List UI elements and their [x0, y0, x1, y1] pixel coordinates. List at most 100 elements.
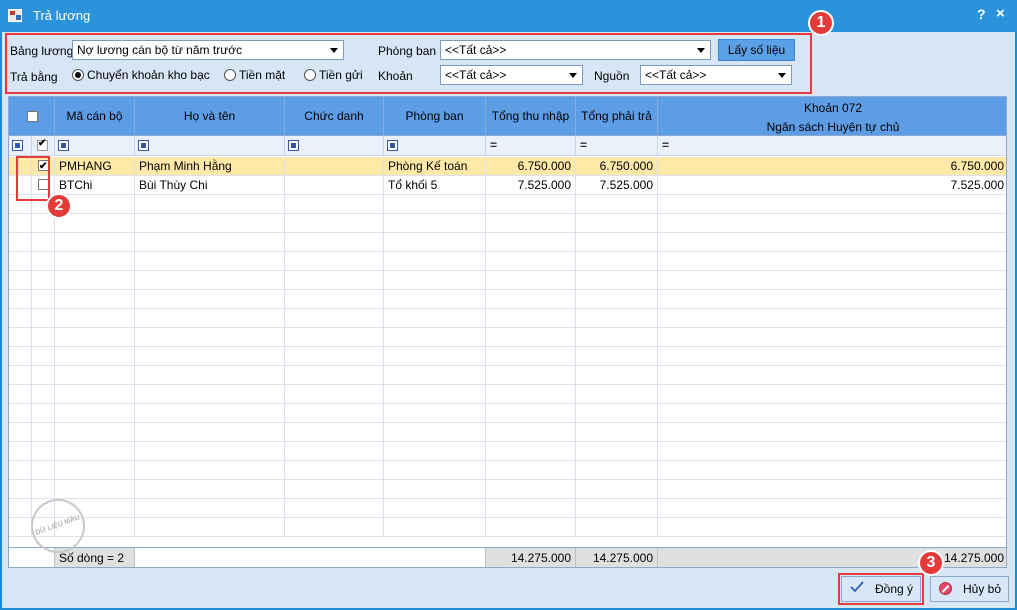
row-indicator[interactable] — [9, 271, 32, 290]
cell-ma-can-bo[interactable] — [55, 442, 135, 461]
row-indicator[interactable] — [9, 461, 32, 480]
cell-khoan[interactable] — [658, 480, 1006, 499]
table-row[interactable] — [9, 290, 1006, 309]
cell-ma-can-bo[interactable] — [55, 328, 135, 347]
table-row[interactable] — [9, 347, 1006, 366]
cell-tong-phai-tra[interactable] — [576, 518, 658, 537]
cell-ma-can-bo[interactable] — [55, 233, 135, 252]
row-indicator[interactable] — [9, 233, 32, 252]
cell-tong-phai-tra[interactable] — [576, 499, 658, 518]
cell-ho-va-ten[interactable] — [135, 499, 285, 518]
row-indicator[interactable] — [9, 328, 32, 347]
cell-phong-ban[interactable] — [384, 309, 486, 328]
cell-chuc-danh[interactable] — [285, 385, 384, 404]
cell-tong-phai-tra[interactable] — [576, 252, 658, 271]
table-row[interactable] — [9, 252, 1006, 271]
cell-tong-phai-tra[interactable] — [576, 233, 658, 252]
cell-chuc-danh[interactable] — [285, 461, 384, 480]
cell-ho-va-ten[interactable] — [135, 480, 285, 499]
row-checkbox-cell[interactable] — [32, 271, 55, 290]
cell-chuc-danh[interactable] — [285, 176, 384, 195]
cell-phong-ban[interactable] — [384, 480, 486, 499]
cell-phong-ban[interactable] — [384, 271, 486, 290]
cell-phong-ban[interactable] — [384, 499, 486, 518]
cell-tong-phai-tra[interactable] — [576, 328, 658, 347]
filter-cell[interactable] — [384, 136, 486, 156]
row-checkbox-cell[interactable] — [32, 442, 55, 461]
cell-khoan[interactable] — [658, 385, 1006, 404]
cell-ma-can-bo[interactable] — [55, 252, 135, 271]
cell-phong-ban[interactable] — [384, 233, 486, 252]
cell-chuc-danh[interactable] — [285, 518, 384, 537]
cell-phong-ban[interactable] — [384, 195, 486, 214]
select-all-checkbox[interactable] — [27, 111, 38, 122]
row-checkbox-cell[interactable] — [32, 252, 55, 271]
header-tong-phai-tra[interactable]: Tổng phải trả — [576, 97, 658, 136]
huy-bo-button[interactable]: Hủy bỏ — [930, 576, 1009, 602]
cell-tong-phai-tra[interactable]: 6.750.000 — [576, 157, 658, 176]
cell-ho-va-ten[interactable] — [135, 423, 285, 442]
cell-ho-va-ten[interactable] — [135, 366, 285, 385]
cell-ho-va-ten[interactable] — [135, 309, 285, 328]
cell-tong-thu-nhap[interactable] — [486, 499, 576, 518]
cell-chuc-danh[interactable] — [285, 442, 384, 461]
cell-khoan[interactable] — [658, 271, 1006, 290]
header-ho-va-ten[interactable]: Họ và tên — [135, 97, 285, 136]
cell-khoan[interactable] — [658, 347, 1006, 366]
cell-tong-phai-tra[interactable] — [576, 423, 658, 442]
table-row[interactable] — [9, 271, 1006, 290]
cell-chuc-danh[interactable] — [285, 480, 384, 499]
cell-khoan[interactable] — [658, 518, 1006, 537]
cell-ma-can-bo[interactable] — [55, 480, 135, 499]
cell-tong-phai-tra[interactable] — [576, 480, 658, 499]
cell-tong-phai-tra[interactable] — [576, 290, 658, 309]
cell-phong-ban[interactable] — [384, 404, 486, 423]
cell-phong-ban[interactable]: Tổ khối 5 — [384, 176, 486, 195]
cell-chuc-danh[interactable] — [285, 366, 384, 385]
cell-ma-can-bo[interactable] — [55, 271, 135, 290]
cell-chuc-danh[interactable] — [285, 404, 384, 423]
cell-tong-thu-nhap[interactable]: 6.750.000 — [486, 157, 576, 176]
row-indicator[interactable] — [9, 518, 32, 537]
filter-cell[interactable] — [9, 136, 32, 156]
row-indicator[interactable] — [9, 366, 32, 385]
filter-cell[interactable]: = — [576, 136, 658, 156]
cell-ho-va-ten[interactable] — [135, 385, 285, 404]
cell-phong-ban[interactable] — [384, 252, 486, 271]
cell-ho-va-ten[interactable] — [135, 252, 285, 271]
header-phong-ban[interactable]: Phòng ban — [384, 97, 486, 136]
row-indicator[interactable] — [9, 214, 32, 233]
cell-chuc-danh[interactable] — [285, 423, 384, 442]
cell-tong-thu-nhap[interactable] — [486, 442, 576, 461]
cell-tong-thu-nhap[interactable] — [486, 347, 576, 366]
cell-khoan[interactable] — [658, 499, 1006, 518]
header-khoan[interactable]: Khoản 072 Ngân sách Huyện tự chủ — [658, 97, 1006, 136]
cell-phong-ban[interactable] — [384, 347, 486, 366]
cell-phong-ban[interactable]: Phòng Kế toán — [384, 157, 486, 176]
row-checkbox-cell[interactable] — [32, 404, 55, 423]
row-indicator[interactable] — [9, 252, 32, 271]
row-checkbox-cell[interactable] — [32, 328, 55, 347]
cell-ma-can-bo[interactable] — [55, 290, 135, 309]
header-chuc-danh[interactable]: Chức danh — [285, 97, 384, 136]
cell-khoan[interactable] — [658, 233, 1006, 252]
cell-chuc-danh[interactable] — [285, 309, 384, 328]
cell-phong-ban[interactable] — [384, 461, 486, 480]
cell-khoan[interactable] — [658, 309, 1006, 328]
cell-tong-phai-tra[interactable] — [576, 347, 658, 366]
cell-phong-ban[interactable] — [384, 518, 486, 537]
cell-phong-ban[interactable] — [384, 328, 486, 347]
cell-tong-thu-nhap[interactable] — [486, 385, 576, 404]
table-row[interactable] — [9, 518, 1006, 537]
cell-ho-va-ten[interactable] — [135, 461, 285, 480]
cell-ho-va-ten[interactable] — [135, 290, 285, 309]
cell-tong-thu-nhap[interactable] — [486, 366, 576, 385]
cell-chuc-danh[interactable] — [285, 290, 384, 309]
cell-chuc-danh[interactable] — [285, 214, 384, 233]
cell-tong-phai-tra[interactable] — [576, 404, 658, 423]
row-checkbox-cell[interactable] — [32, 366, 55, 385]
cell-chuc-danh[interactable] — [285, 347, 384, 366]
cell-ma-can-bo[interactable] — [55, 385, 135, 404]
cell-phong-ban[interactable] — [384, 214, 486, 233]
cell-ma-can-bo[interactable]: BTChi — [55, 176, 135, 195]
